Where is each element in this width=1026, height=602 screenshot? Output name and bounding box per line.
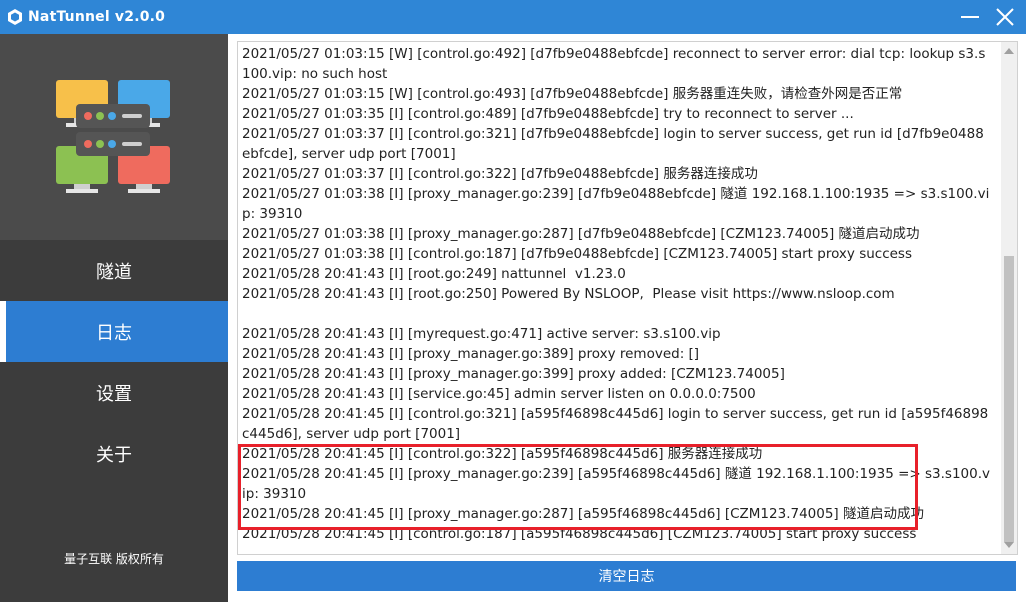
nav-item-about[interactable]: 关于 (0, 423, 228, 484)
sidebar-footer-area (0, 484, 228, 602)
log-line: 2021/05/27 01:03:38 [I] [proxy_manager.g… (242, 186, 990, 222)
nav-item-log[interactable]: 日志 (0, 301, 228, 362)
close-button[interactable] (990, 4, 1020, 30)
log-line: 2021/05/28 20:41:43 [I] [service.go:45] … (242, 386, 756, 402)
copyright-text: 量子互联 版权所有 (64, 552, 164, 566)
nav-item-label: 日志 (96, 322, 132, 344)
sidebar-nav: 隧道 日志 设置 关于 (0, 240, 228, 484)
scroll-down-icon[interactable] (1004, 542, 1014, 548)
logo-area (0, 34, 228, 240)
network-monitors-logo-icon (56, 80, 170, 193)
window-title: NatTunnel v2.0.0 (28, 9, 166, 25)
log-panel[interactable]: 2021/05/27 01:03:15 [W] [control.go:492]… (237, 41, 1018, 555)
nav-item-label: 隧道 (96, 261, 132, 283)
log-line: 2021/05/28 20:41:43 [I] [root.go:250] Po… (242, 286, 895, 302)
log-line: 2021/05/28 20:41:43 [I] [root.go:249] na… (242, 266, 626, 282)
nav-item-label: 关于 (96, 444, 132, 466)
log-line: 2021/05/28 20:41:43 [I] [proxy_manager.g… (242, 366, 785, 382)
log-line: 2021/05/28 20:41:45 [I] [control.go:187]… (242, 526, 917, 542)
log-line: 2021/05/28 20:41:43 [I] [proxy_manager.g… (242, 346, 700, 362)
log-line: 2021/05/27 01:03:38 [I] [proxy_manager.g… (242, 226, 920, 242)
nav-item-label: 设置 (96, 383, 132, 405)
clear-log-button[interactable]: 清空日志 (237, 561, 1016, 591)
minimize-button[interactable] (955, 4, 985, 30)
log-line: 2021/05/27 01:03:38 [I] [control.go:187]… (242, 246, 912, 262)
minimize-icon (961, 16, 979, 18)
log-line: 2021/05/28 20:41:45 [I] [proxy_manager.g… (242, 506, 924, 522)
title-bar[interactable]: NatTunnel v2.0.0 (0, 0, 1026, 34)
log-line: 2021/05/28 20:41:45 [I] [control.go:321]… (242, 406, 989, 442)
log-line: 2021/05/28 20:41:45 [I] [control.go:322]… (242, 446, 763, 462)
log-line: 2021/05/27 01:03:35 [I] [control.go:489]… (242, 106, 854, 122)
nav-item-settings[interactable]: 设置 (0, 362, 228, 423)
scroll-up-icon[interactable] (1004, 48, 1014, 54)
app-window: NatTunnel v2.0.0 隧道 日志 设置 关于 量子互联 版权所有 2… (0, 0, 1026, 602)
log-line: 2021/05/28 20:41:45 [I] [proxy_manager.g… (242, 466, 990, 502)
scrollbar-thumb[interactable] (1004, 256, 1014, 542)
log-text-area[interactable]: 2021/05/27 01:03:15 [W] [control.go:492]… (242, 44, 992, 544)
log-line: 2021/05/27 01:03:37 [I] [control.go:322]… (242, 166, 758, 182)
log-line: 2021/05/27 01:03:15 [W] [control.go:492]… (242, 46, 986, 82)
close-icon (996, 8, 1014, 26)
vertical-scrollbar[interactable] (1001, 42, 1017, 554)
app-logo-icon (8, 9, 22, 25)
nav-item-tunnel[interactable]: 隧道 (0, 240, 228, 301)
sidebar: 隧道 日志 设置 关于 量子互联 版权所有 (0, 34, 228, 602)
log-line: 2021/05/27 01:03:15 [W] [control.go:493]… (242, 86, 903, 102)
log-line: 2021/05/28 20:41:43 [I] [myrequest.go:47… (242, 326, 721, 342)
log-line: 2021/05/27 01:03:37 [I] [control.go:321]… (242, 126, 984, 162)
